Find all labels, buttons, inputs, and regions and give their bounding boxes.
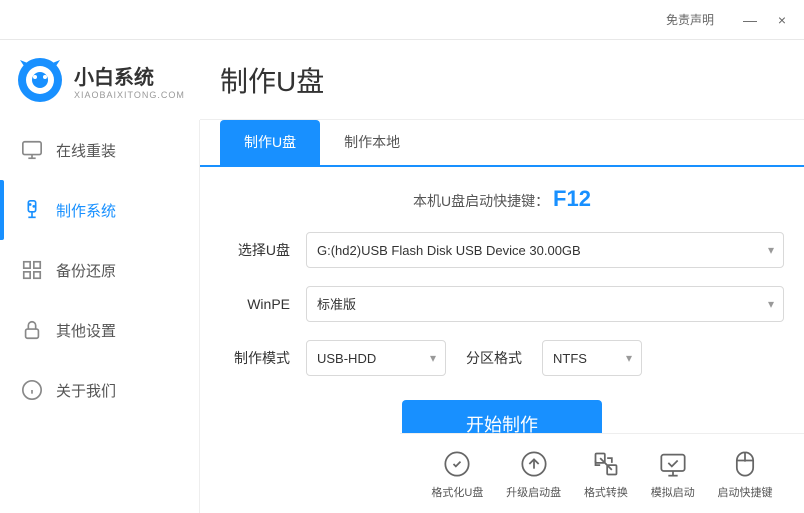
main-content: 制作U盘 制作本地 本机U盘启动快捷键： F12 选择U盘 G:(hd2)USB… bbox=[200, 120, 804, 513]
winpe-control: 标准版高级版 ▾ bbox=[306, 286, 784, 322]
info-icon bbox=[20, 378, 44, 402]
logo-main-text: 小白系统 bbox=[74, 61, 185, 90]
shortcut-key: F12 bbox=[553, 186, 591, 211]
shortcut-prefix: 本机U盘启动快捷键： bbox=[413, 193, 549, 209]
winpe-row: WinPE 标准版高级版 ▾ bbox=[220, 286, 784, 322]
minimize-button[interactable]: — bbox=[738, 8, 762, 32]
sidebar-item-online-reinstall[interactable]: 在线重装 bbox=[0, 120, 199, 180]
winpe-select[interactable]: 标准版高级版 bbox=[306, 286, 784, 322]
disclaimer-text[interactable]: 免责声明 bbox=[666, 11, 714, 28]
form-section: 本机U盘启动快捷键： F12 选择U盘 G:(hd2)USB Flash Dis… bbox=[200, 170, 804, 433]
mouse-icon bbox=[729, 448, 761, 480]
logo-text-wrap: 小白系统 XIAOBAIXITONG.COM bbox=[74, 61, 185, 100]
shortcut-hint: 本机U盘启动快捷键： F12 bbox=[220, 186, 784, 212]
usb-row: 选择U盘 G:(hd2)USB Flash Disk USB Device 30… bbox=[220, 232, 784, 268]
desktop-icon bbox=[657, 448, 689, 480]
partition-label: 分区格式 bbox=[466, 348, 522, 368]
mode-partition-row: 制作模式 USB-HDDUSB-ZIPUSB-FDD ▾ 分区格式 NTFSFA… bbox=[220, 340, 784, 376]
convert-icon bbox=[590, 448, 622, 480]
usb-control: G:(hd2)USB Flash Disk USB Device 30.00GB… bbox=[306, 232, 784, 268]
logo-sub-text: XIAOBAIXITONG.COM bbox=[74, 90, 185, 100]
grid-icon bbox=[20, 258, 44, 282]
toolbar-boot-shortcut[interactable]: 启动快捷键 bbox=[718, 448, 773, 500]
sidebar: 在线重装 制作系统 备份还原 bbox=[0, 120, 200, 513]
tabs: 制作U盘 制作本地 bbox=[200, 120, 804, 167]
toolbar-format-usb[interactable]: 格式化U盘 bbox=[431, 448, 483, 500]
tab-make-usb[interactable]: 制作U盘 bbox=[220, 120, 320, 167]
toolbar-upgrade-boot[interactable]: 升级启动盘 bbox=[506, 448, 561, 500]
toolbar-label-format-convert: 格式转换 bbox=[584, 484, 628, 500]
sidebar-item-backup-restore[interactable]: 备份还原 bbox=[0, 240, 199, 300]
toolbar-label-sim-boot: 模拟启动 bbox=[651, 484, 695, 500]
monitor-icon bbox=[20, 138, 44, 162]
sidebar-label-make-system: 制作系统 bbox=[56, 200, 116, 221]
lock-icon bbox=[20, 318, 44, 342]
usb-select[interactable]: G:(hd2)USB Flash Disk USB Device 30.00GB bbox=[306, 232, 784, 268]
toolbar-sim-boot[interactable]: 模拟启动 bbox=[651, 448, 695, 500]
close-button[interactable]: × bbox=[770, 8, 794, 32]
check-circle-icon bbox=[441, 448, 473, 480]
arrow-up-circle-icon bbox=[518, 448, 550, 480]
toolbar-format-convert[interactable]: 格式转换 bbox=[584, 448, 628, 500]
sidebar-item-other-settings[interactable]: 其他设置 bbox=[0, 300, 199, 360]
usb-icon bbox=[20, 198, 44, 222]
bottom-toolbar: 格式化U盘 升级启动盘 格式 bbox=[400, 433, 804, 513]
sidebar-item-make-system[interactable]: 制作系统 bbox=[0, 180, 199, 240]
partition-select[interactable]: NTFSFAT32exFAT bbox=[542, 340, 642, 376]
tab-make-local[interactable]: 制作本地 bbox=[320, 120, 424, 167]
logo-icon bbox=[16, 56, 64, 104]
logo-area: 小白系统 XIAOBAIXITONG.COM bbox=[0, 40, 200, 120]
sidebar-label-backup-restore: 备份还原 bbox=[56, 260, 116, 281]
usb-label: 选择U盘 bbox=[220, 240, 290, 260]
title-bar-actions: 免责声明 — × bbox=[666, 8, 794, 32]
start-button[interactable]: 开始制作 bbox=[402, 400, 602, 433]
toolbar-label-boot-shortcut: 启动快捷键 bbox=[718, 484, 773, 500]
mode-select[interactable]: USB-HDDUSB-ZIPUSB-FDD bbox=[306, 340, 446, 376]
title-bar: 免责声明 — × bbox=[0, 0, 804, 40]
winpe-label: WinPE bbox=[220, 296, 290, 312]
sidebar-item-about-us[interactable]: 关于我们 bbox=[0, 360, 199, 420]
sidebar-label-other-settings: 其他设置 bbox=[56, 320, 116, 341]
mode-label: 制作模式 bbox=[220, 348, 290, 368]
toolbar-label-format-usb: 格式化U盘 bbox=[431, 484, 483, 500]
page-title: 制作U盘 bbox=[200, 40, 804, 120]
toolbar-label-upgrade-boot: 升级启动盘 bbox=[506, 484, 561, 500]
sidebar-label-about-us: 关于我们 bbox=[56, 380, 116, 401]
sidebar-label-online-reinstall: 在线重装 bbox=[56, 140, 116, 161]
